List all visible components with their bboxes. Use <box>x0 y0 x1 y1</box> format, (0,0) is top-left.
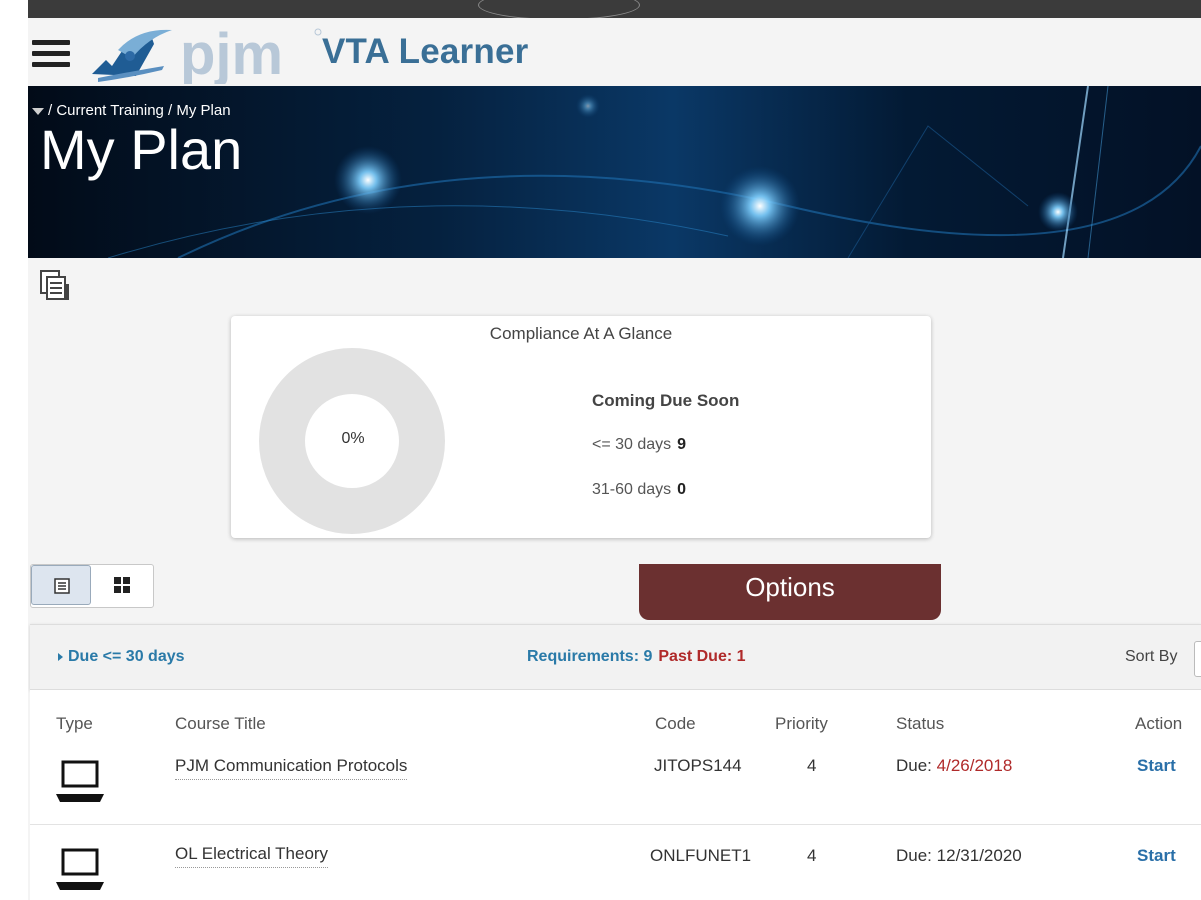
due-30-label: <= 30 days <box>592 436 672 453</box>
past-due-count: Past Due: 1 <box>658 648 746 665</box>
course-title-link[interactable]: PJM Communication Protocols <box>175 756 408 780</box>
compliance-card: Compliance At A Glance 0% Coming Due Soo… <box>231 316 931 538</box>
header-code[interactable]: Code <box>655 714 696 734</box>
due-filter-toggle[interactable]: Due <= 30 days <box>58 648 185 666</box>
options-button[interactable]: Options <box>639 564 941 620</box>
list-view-icon <box>54 578 70 594</box>
status-prefix: Due: <box>896 846 932 865</box>
course-status: Due: 12/31/2020 <box>896 846 1022 866</box>
due-60-label: 31-60 days <box>592 481 672 498</box>
grid-view-icon <box>114 577 130 593</box>
courses-table: Type Course Title Code Priority Status A… <box>30 690 1201 900</box>
online-course-laptop-icon <box>56 848 104 890</box>
course-status: Due: 4/26/2018 <box>896 756 1012 776</box>
header-status[interactable]: Status <box>896 714 944 734</box>
status-due-date: 4/26/2018 <box>936 756 1013 775</box>
top-bar-decoration <box>478 0 640 20</box>
svg-text:pjm: pjm <box>180 22 283 84</box>
filter-bar: Due <= 30 days Requirements: 9 Past Due: … <box>30 624 1201 690</box>
top-bar <box>28 0 1201 20</box>
start-button[interactable]: Start <box>1137 756 1176 776</box>
header-action: Action <box>1135 714 1183 733</box>
page-title: My Plan <box>40 118 243 181</box>
status-prefix: Due: <box>896 756 932 775</box>
breadcrumb-caret-icon[interactable] <box>32 107 44 115</box>
pjm-logo[interactable]: pjm <box>88 20 328 84</box>
requirements-summary: Requirements: 9 Past Due: 1 <box>527 648 746 666</box>
list-view-button[interactable] <box>31 565 91 605</box>
compliance-card-title: Compliance At A Glance <box>489 324 673 343</box>
course-code: JITOPS144 <box>654 756 742 775</box>
page: pjm VTA Learner / Current Training / My … <box>28 0 1201 900</box>
header-course-title[interactable]: Course Title <box>175 714 266 734</box>
page-banner: / Current Training / My Plan My Plan <box>28 86 1201 258</box>
course-priority: 4 <box>807 846 817 865</box>
sort-by-label: Sort By <box>1125 648 1178 665</box>
requirements-count: Requirements: 9 <box>527 648 653 665</box>
course-priority: 4 <box>807 756 817 775</box>
coming-due-heading: Coming Due Soon <box>592 391 740 410</box>
header-priority[interactable]: Priority <box>775 714 828 734</box>
hamburger-menu-icon[interactable] <box>32 40 70 68</box>
sort-by-select[interactable] <box>1194 641 1201 677</box>
view-toggle <box>30 564 154 608</box>
online-course-laptop-icon <box>56 760 104 802</box>
start-button[interactable]: Start <box>1137 846 1176 866</box>
app-header: pjm VTA Learner <box>28 18 1201 86</box>
due-30-row: <= 30 days 9 <box>592 436 686 454</box>
breadcrumb: / Current Training / My Plan <box>32 102 231 119</box>
due-filter-label: Due <= 30 days <box>68 648 185 665</box>
due-30-count: 9 <box>677 436 687 453</box>
breadcrumb-text[interactable]: / Current Training / My Plan <box>48 102 231 119</box>
copy-pages-icon[interactable] <box>40 270 70 302</box>
due-60-count: 0 <box>677 481 687 498</box>
app-title: VTA Learner <box>322 32 529 71</box>
due-60-row: 31-60 days 0 <box>592 481 686 499</box>
row-divider <box>30 824 1201 825</box>
expand-arrow-icon <box>58 652 63 661</box>
header-type: Type <box>56 714 93 733</box>
compliance-percent: 0% <box>341 430 365 447</box>
course-title-link[interactable]: OL Electrical Theory <box>175 844 329 868</box>
status-due-date: 12/31/2020 <box>936 846 1022 865</box>
grid-view-button[interactable] <box>92 565 152 605</box>
course-code: ONLFUNET1 <box>650 846 752 865</box>
